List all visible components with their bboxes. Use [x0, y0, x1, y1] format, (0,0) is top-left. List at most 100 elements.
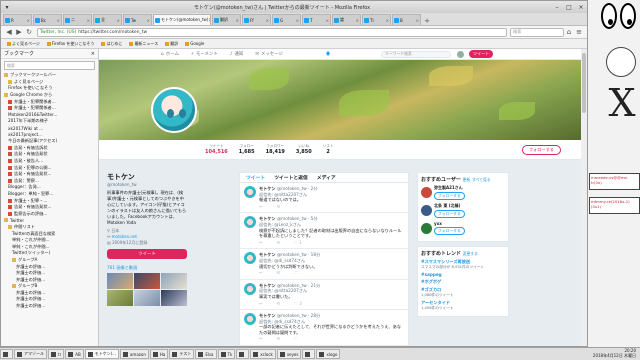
- home-button[interactable]: ⌂: [564, 27, 574, 37]
- tab-close-icon[interactable]: ×: [147, 18, 150, 23]
- browser-tab[interactable]: B ×: [392, 14, 421, 25]
- sidebar-item[interactable]: 監察告示の評価...: [1, 210, 98, 217]
- trend-item[interactable]: #ゴズカロ 1,088件のツイート: [421, 287, 505, 298]
- tweet-author[interactable]: モトケン: [259, 216, 276, 221]
- tab-close-icon[interactable]: ×: [296, 18, 299, 23]
- profile-tweet-button[interactable]: ツイート: [107, 249, 187, 259]
- taskbar-item[interactable]: xclock: [250, 349, 276, 359]
- tweet[interactable]: モトケン @motoken_tw · 28分 返信先: @di_ssd74さん 一部…: [240, 310, 408, 346]
- reload-button[interactable]: ↻: [24, 27, 34, 37]
- suggested-user-name[interactable]: yxx: [434, 221, 465, 226]
- like-icon[interactable]: ♡: [294, 270, 312, 276]
- media-thumb[interactable]: [107, 290, 133, 306]
- minimize-icon[interactable]: –: [551, 4, 563, 11]
- url-text[interactable]: https://twitter.com/motoken_tw: [78, 30, 147, 35]
- sidebar-item[interactable]: 弁護士・犯罪関係者...: [1, 105, 98, 112]
- tab-close-icon[interactable]: ×: [27, 18, 30, 23]
- sidebar-item[interactable]: 告発・有価告発状: [1, 151, 98, 158]
- taskbar-item[interactable]: [302, 349, 316, 359]
- sidebar-item[interactable]: 2017年下半期の様子: [1, 118, 98, 125]
- like-icon[interactable]: ♡: [294, 336, 312, 342]
- media-thumb[interactable]: [134, 273, 160, 289]
- sidebar-item[interactable]: グループA: [1, 257, 98, 264]
- user-avatar[interactable]: [457, 50, 465, 58]
- retweet-icon[interactable]: ⟲: [277, 204, 281, 210]
- nav-messages[interactable]: ✉ メッセージ: [255, 51, 283, 58]
- sidebar-item[interactable]: 告発・被告人...: [1, 158, 98, 165]
- nav-moments[interactable]: ⚡ モーメント: [191, 51, 218, 58]
- like-icon[interactable]: ♡ 3: [294, 301, 316, 307]
- browser-tab[interactable]: Bc ×: [33, 14, 62, 25]
- taskbar-item[interactable]: amazon: [119, 349, 149, 359]
- sidebar-item[interactable]: 弁護士の評価...: [1, 270, 98, 277]
- taskbar-item[interactable]: モトケン(...: [84, 349, 119, 359]
- start-menu-button[interactable]: [0, 349, 13, 359]
- tab-replies[interactable]: ツイートと返信: [274, 174, 308, 181]
- taskbar-item[interactable]: Ha: [149, 349, 169, 359]
- nav-home[interactable]: ⌂ ホーム: [161, 51, 179, 58]
- browser-tab[interactable]: 全 ×: [93, 14, 122, 25]
- trend-item[interactable]: #sappeg: [421, 272, 505, 277]
- follow-user-button[interactable]: フォローする: [434, 192, 465, 200]
- back-button[interactable]: ◀: [4, 27, 14, 37]
- sidebar-item[interactable]: Google Chrome から: [1, 92, 98, 99]
- sidebar-item[interactable]: 今日の最新記事(アクセス): [1, 138, 98, 145]
- sidebar-item[interactable]: 弁護士・犯罪関係者...: [1, 98, 98, 105]
- menu-button[interactable]: ≡: [574, 27, 584, 37]
- nav-notifications[interactable]: ♪ 通知: [230, 51, 244, 58]
- tweet-author[interactable]: モトケン: [259, 186, 276, 191]
- tweet[interactable]: モトケン @motoken_tw · 21分 返信先: @nitta2207さん事…: [240, 280, 408, 311]
- sidebar-search-input[interactable]: 検索: [4, 61, 95, 70]
- sidebar-item[interactable]: Blogger：単純・犯罪...: [1, 191, 98, 198]
- suggested-user-avatar[interactable]: [421, 205, 432, 216]
- tweet-handle[interactable]: @motoken_tw · 21分: [277, 283, 320, 288]
- taskbar-clock[interactable]: 20:20 2018年4月12日 木曜日: [593, 349, 636, 358]
- tweet-avatar[interactable]: [244, 186, 256, 198]
- sidebar-item[interactable]: グループB: [1, 283, 98, 290]
- bookmark-item[interactable]: はじめに: [101, 41, 122, 47]
- media-thumb[interactable]: [107, 273, 133, 289]
- profile-stat[interactable]: ツイート 104,516: [205, 144, 228, 155]
- like-icon[interactable]: ♡: [294, 204, 312, 210]
- sidebar-item[interactable]: 単純・これが仲間...: [1, 243, 98, 250]
- sidebar-item[interactable]: 告発：警察...: [1, 178, 98, 185]
- search-input[interactable]: 検索: [510, 27, 564, 37]
- follow-user-button[interactable]: フォローする: [434, 210, 465, 218]
- bookmark-item[interactable]: Firefox を使いこなそう: [46, 41, 94, 47]
- tab-tweets[interactable]: ツイート: [246, 174, 265, 181]
- twitter-search-input[interactable]: キーワード検索: [381, 50, 452, 58]
- sidebar-item[interactable]: 告発・犯罪の公開...: [1, 164, 98, 171]
- media-thumb[interactable]: [161, 290, 187, 306]
- secure-site-label[interactable]: Twitter, Inc. (US): [40, 30, 76, 35]
- tweet-handle[interactable]: @motoken_tw · 18分: [277, 252, 320, 257]
- profile-name[interactable]: モトケン: [107, 172, 187, 182]
- forward-button[interactable]: ▶: [14, 27, 24, 37]
- browser-tab[interactable]: ニ ×: [63, 14, 92, 25]
- sidebar-item[interactable]: Firefox を使いこなそう: [1, 85, 98, 92]
- trends-change-link[interactable]: 変更する: [463, 251, 478, 256]
- refresh-link[interactable]: 更新: [463, 177, 471, 182]
- tweet[interactable]: モトケン @motoken_tw · 18分 返信先: @di_ssd74さん 適切…: [240, 249, 408, 280]
- tab-close-icon[interactable]: ×: [236, 18, 239, 23]
- suggested-user-avatar[interactable]: [421, 187, 432, 198]
- suggested-user-avatar[interactable]: [421, 222, 432, 234]
- browser-tab[interactable]: Tw ×: [123, 14, 152, 25]
- twitter-bird-icon[interactable]: ♦: [325, 50, 331, 58]
- sidebar-item[interactable]: 告発・有価告発状...: [1, 204, 98, 211]
- profile-handle[interactable]: @motoken_tw: [107, 182, 187, 187]
- sidebar-title[interactable]: ブックマーク: [4, 50, 34, 57]
- sidebar-item[interactable]: Twitter(ツイッター): [1, 250, 98, 257]
- bookmark-item[interactable]: よく見るページ: [7, 41, 40, 47]
- tab-close-icon[interactable]: ×: [87, 18, 90, 23]
- tab-close-icon[interactable]: ×: [57, 18, 60, 23]
- media-thumb[interactable]: [134, 290, 160, 306]
- taskbar-item[interactable]: tr: [48, 349, 65, 359]
- sidebar-item[interactable]: 単純・これが仲間...: [1, 237, 98, 244]
- sidebar-item[interactable]: 弁護士の評価...: [1, 290, 98, 297]
- compose-tweet-button[interactable]: ツイート: [469, 50, 494, 58]
- browser-tab[interactable]: Ff ×: [242, 14, 271, 25]
- browser-tab[interactable]: 論 ×: [332, 14, 361, 25]
- tweet-handle[interactable]: @motoken_tw · 28分: [277, 313, 320, 318]
- sidebar-item[interactable]: 告発・有価告訴状: [1, 145, 98, 152]
- tweet-avatar[interactable]: [244, 313, 256, 326]
